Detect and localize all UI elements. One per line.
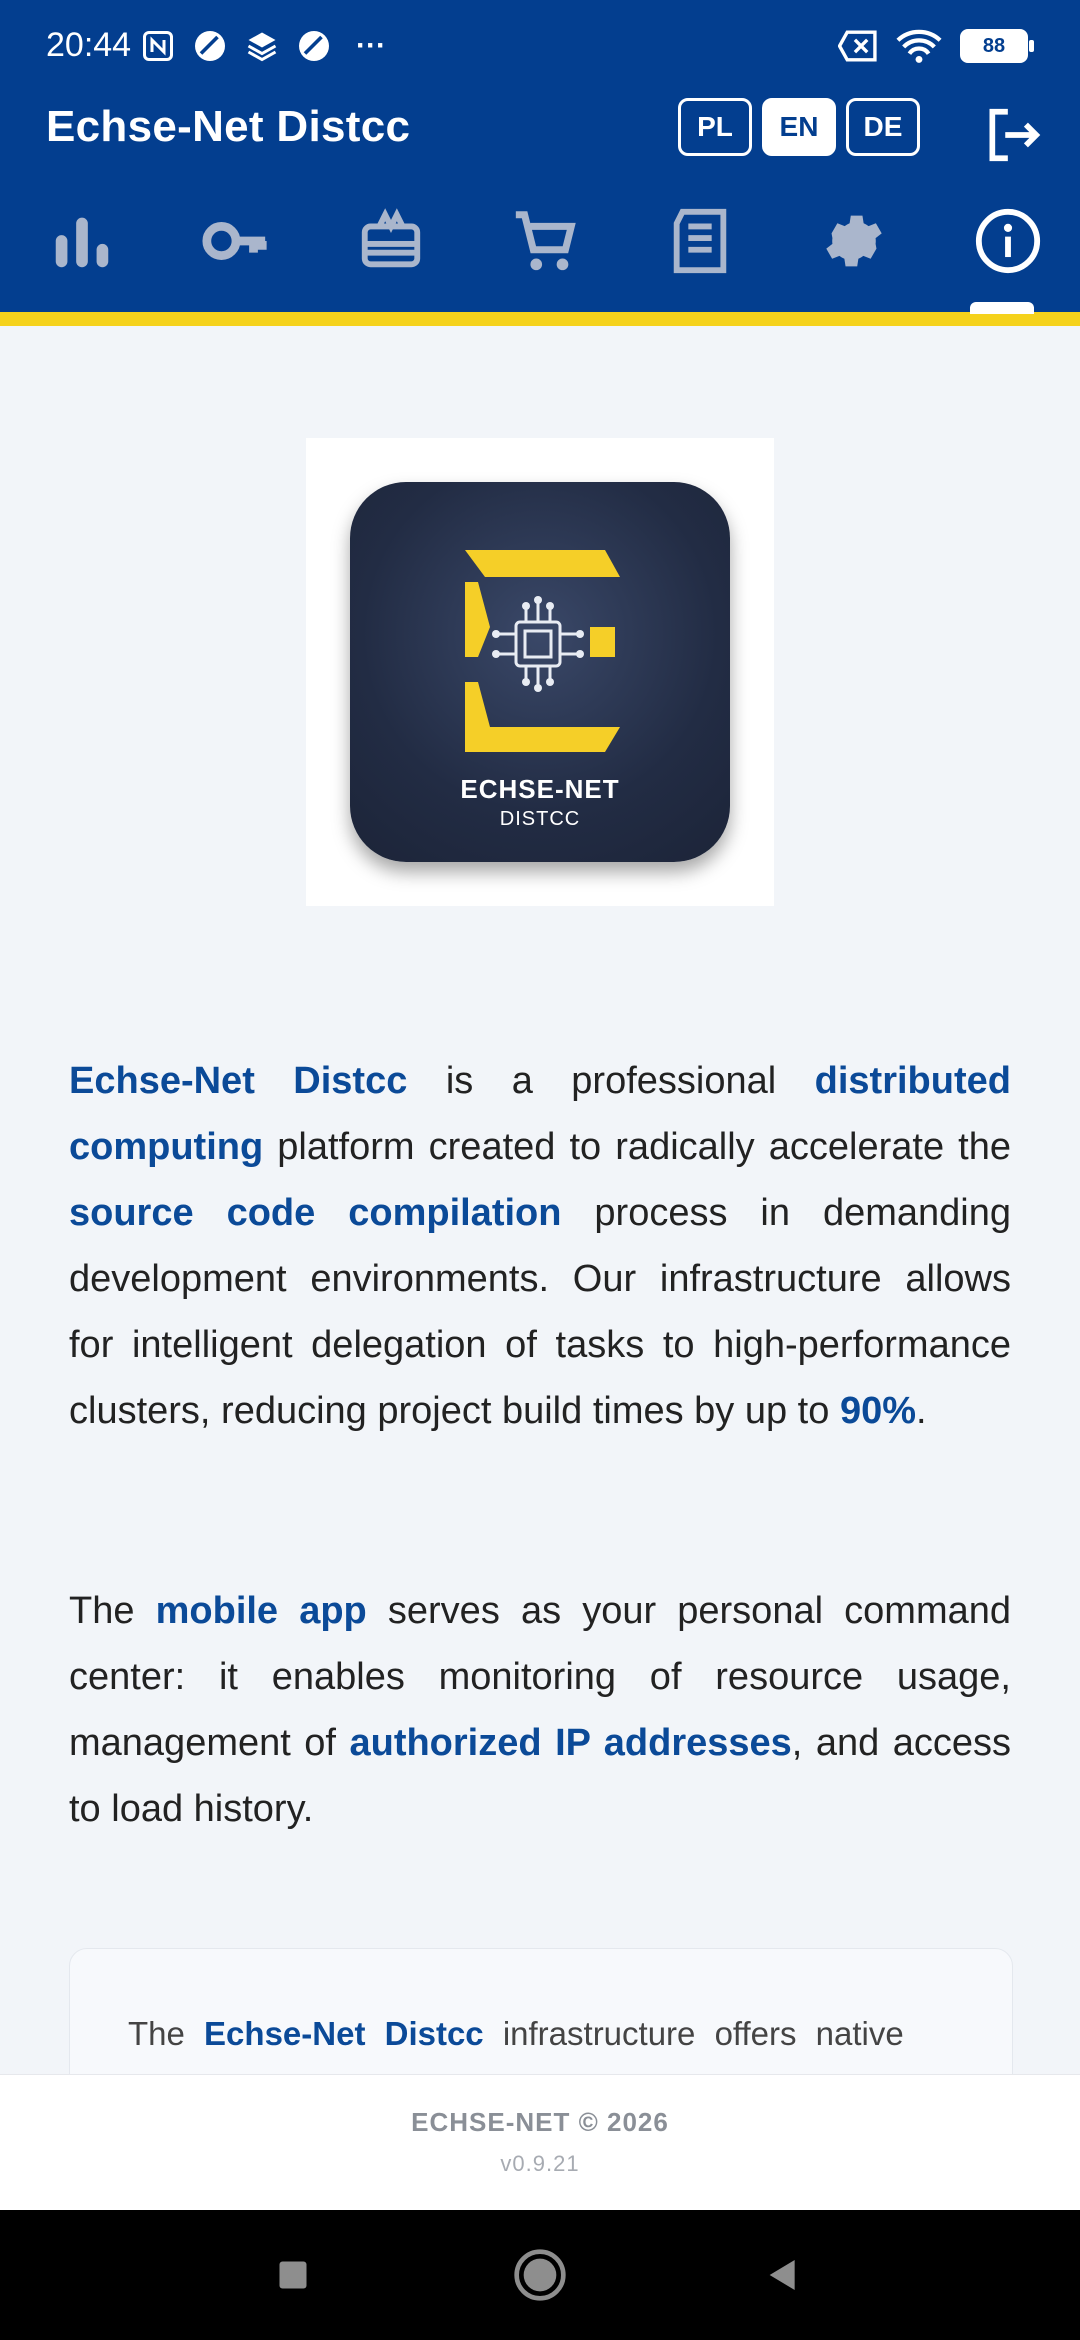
logo-text-line2: DISTCC bbox=[499, 808, 581, 830]
tab-keys[interactable] bbox=[186, 196, 286, 286]
sim-off-icon bbox=[838, 30, 877, 62]
tab-invoices[interactable] bbox=[650, 196, 750, 286]
app-title: Echse-Net Distcc bbox=[46, 102, 411, 151]
bar-chart-icon bbox=[55, 217, 109, 268]
footer-copyright: ECHSE-NET © 2026 bbox=[411, 2107, 669, 2137]
tab-statistics[interactable] bbox=[32, 196, 132, 286]
nfc-icon bbox=[143, 31, 173, 61]
tab-info[interactable] bbox=[958, 196, 1058, 286]
text: The bbox=[69, 1590, 156, 1632]
gear-icon bbox=[826, 215, 882, 267]
status-icons-left: ··· bbox=[140, 28, 386, 64]
status-bar: 20:44 ··· 88 bbox=[0, 0, 1080, 100]
system-navigation-bar bbox=[0, 2210, 1080, 2340]
text: is a professional bbox=[407, 1060, 815, 1102]
logo-text-line1: ECHSE-NET bbox=[460, 774, 620, 804]
wifi-icon bbox=[896, 29, 942, 63]
brand-highlight: Echse-Net Distcc bbox=[69, 1060, 408, 1102]
layers-icon bbox=[247, 32, 277, 62]
recents-button[interactable] bbox=[258, 2240, 328, 2310]
brand-highlight: Echse-Net Distcc bbox=[204, 2015, 484, 2052]
home-button[interactable] bbox=[505, 2240, 575, 2310]
more-notifications-icon: ··· bbox=[356, 29, 386, 62]
highlight: source code compilation bbox=[69, 1192, 562, 1234]
tab-settings[interactable] bbox=[804, 196, 904, 286]
home-icon bbox=[514, 2249, 566, 2301]
tab-shop[interactable] bbox=[495, 196, 595, 286]
highlight: authorized IP addresses bbox=[349, 1722, 792, 1764]
tab-membership[interactable] bbox=[341, 196, 441, 286]
about-paragraph-2: The mobile app serves as your personal c… bbox=[69, 1578, 1011, 1842]
text: The bbox=[128, 2015, 205, 2052]
app-notification-icon bbox=[195, 31, 225, 61]
recents-icon bbox=[279, 2261, 307, 2289]
app-notification-icon-2 bbox=[299, 31, 329, 61]
language-pl-button[interactable]: PL bbox=[678, 98, 752, 156]
footer: ECHSE-NET © 2026 v0.9.21 bbox=[0, 2074, 1080, 2211]
accent-strip bbox=[0, 312, 1080, 326]
text: platform created to radically accelerate… bbox=[263, 1126, 1011, 1168]
key-icon bbox=[202, 222, 267, 260]
info-card-text: The Echse-Net Distcc infrastructure offe… bbox=[128, 2015, 954, 2053]
app-logo: ECHSE-NET DISTCC bbox=[306, 438, 774, 906]
info-icon bbox=[975, 208, 1041, 274]
text: . bbox=[916, 1390, 927, 1432]
language-en-button[interactable]: EN bbox=[762, 98, 836, 156]
highlight: 90% bbox=[839, 1390, 916, 1432]
receipt-icon bbox=[673, 208, 727, 274]
language-de-button[interactable]: DE bbox=[846, 98, 920, 156]
logout-icon[interactable] bbox=[982, 104, 1044, 166]
status-icons-right: 88 bbox=[838, 28, 1034, 64]
status-time: 20:44 bbox=[46, 26, 132, 64]
chip-icon bbox=[465, 550, 620, 752]
about-paragraph-1: Echse-Net Distcc is a professional distr… bbox=[69, 1048, 1011, 1444]
battery-icon: 88 bbox=[960, 29, 1034, 63]
footer-version: v0.9.21 bbox=[500, 2151, 580, 2176]
active-tab-indicator bbox=[970, 302, 1034, 314]
back-icon bbox=[769, 2260, 795, 2290]
card-membership-icon bbox=[361, 208, 421, 268]
back-button[interactable] bbox=[748, 2240, 818, 2310]
cart-icon bbox=[515, 211, 576, 271]
tab-bar bbox=[0, 196, 1080, 292]
logo-tile: ECHSE-NET DISTCC bbox=[350, 482, 730, 862]
battery-level: 88 bbox=[982, 34, 1006, 57]
highlight: mobile app bbox=[155, 1590, 367, 1632]
text: infrastructure offers native bbox=[483, 2015, 904, 2052]
